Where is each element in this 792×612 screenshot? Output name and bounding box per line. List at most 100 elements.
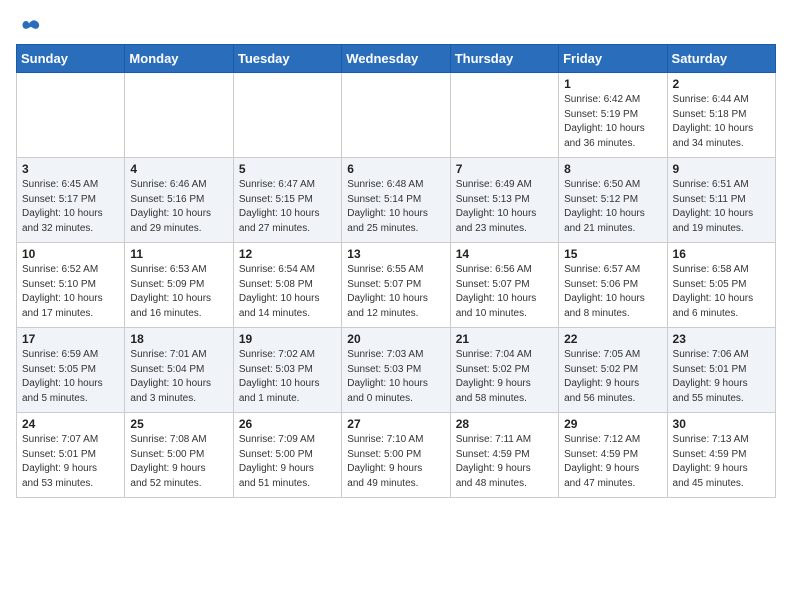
logo-bird-icon [20,16,40,36]
day-info: Sunrise: 6:52 AM Sunset: 5:10 PM Dayligh… [22,263,119,321]
day-number: 20 [347,332,444,346]
day-number: 2 [673,77,770,91]
day-number: 29 [564,417,661,431]
day-cell: 13Sunrise: 6:55 AM Sunset: 5:07 PM Dayli… [342,243,450,328]
day-cell [233,73,341,158]
col-header-saturday: Saturday [667,45,775,73]
day-number: 27 [347,417,444,431]
day-number: 24 [22,417,119,431]
day-number: 7 [456,162,553,176]
day-cell: 19 Sunrise: 7:02 AM Sunset: 5:03 PM Dayli… [233,328,341,413]
day-cell: 28 Sunrise: 7:11 AM Sunset: 4:59 PM Dayli… [450,413,558,498]
day-info: Sunrise: 6:56 AM Sunset: 5:07 PM Dayligh… [456,263,553,321]
day-number: 9 [673,162,770,176]
day-number: 6 [347,162,444,176]
day-number: 14 [456,247,553,261]
day-info: Sunrise: 6:53 AM Sunset: 5:09 PM Dayligh… [130,263,227,321]
day-cell [125,73,233,158]
day-number: 17 [22,332,119,346]
day-cell: 18 Sunrise: 7:01 AM Sunset: 5:04 PM Dayli… [125,328,233,413]
col-header-wednesday: Wednesday [342,45,450,73]
day-info: Sunrise: 7:08 AM Sunset: 5:00 PM Dayligh… [130,433,227,491]
day-cell: 3 Sunrise: 6:45 AM Sunset: 5:17 PM Daylig… [17,158,125,243]
day-cell: 20 Sunrise: 7:03 AM Sunset: 5:03 PM Dayli… [342,328,450,413]
col-header-friday: Friday [559,45,667,73]
day-cell: 4Sunrise: 6:46 AM Sunset: 5:16 PM Daylig… [125,158,233,243]
day-number: 13 [347,247,444,261]
col-header-thursday: Thursday [450,45,558,73]
day-info: Sunrise: 7:05 AM Sunset: 5:02 PM Dayligh… [564,348,661,406]
day-info: Sunrise: 6:44 AM Sunset: 5:18 PM Dayligh… [673,93,770,151]
day-number: 3 [22,162,119,176]
day-info: Sunrise: 6:51 AM Sunset: 5:11 PM Dayligh… [673,178,770,236]
day-number: 11 [130,247,227,261]
day-info: Sunrise: 6:58 AM Sunset: 5:05 PM Dayligh… [673,263,770,321]
day-number: 18 [130,332,227,346]
col-header-sunday: Sunday [17,45,125,73]
day-info: Sunrise: 6:49 AM Sunset: 5:13 PM Dayligh… [456,178,553,236]
day-number: 10 [22,247,119,261]
col-header-monday: Monday [125,45,233,73]
day-cell: 2 Sunrise: 6:44 AM Sunset: 5:18 PM Daylig… [667,73,775,158]
day-cell: 1 Sunrise: 6:42 AM Sunset: 5:19 PM Daylig… [559,73,667,158]
day-info: Sunrise: 7:10 AM Sunset: 5:00 PM Dayligh… [347,433,444,491]
day-info: Sunrise: 6:48 AM Sunset: 5:14 PM Dayligh… [347,178,444,236]
day-info: Sunrise: 6:50 AM Sunset: 5:12 PM Dayligh… [564,178,661,236]
day-number: 22 [564,332,661,346]
calendar-table: SundayMondayTuesdayWednesdayThursdayFrid… [16,44,776,498]
day-cell: 7 Sunrise: 6:49 AM Sunset: 5:13 PM Daylig… [450,158,558,243]
day-info: Sunrise: 6:54 AM Sunset: 5:08 PM Dayligh… [239,263,336,321]
day-info: Sunrise: 7:04 AM Sunset: 5:02 PM Dayligh… [456,348,553,406]
day-number: 12 [239,247,336,261]
day-cell: 9 Sunrise: 6:51 AM Sunset: 5:11 PM Daylig… [667,158,775,243]
week-row-4: 17 Sunrise: 6:59 AM Sunset: 5:05 PM Dayli… [17,328,776,413]
day-info: Sunrise: 7:07 AM Sunset: 5:01 PM Dayligh… [22,433,119,491]
day-cell: 5Sunrise: 6:47 AM Sunset: 5:15 PM Daylig… [233,158,341,243]
day-cell: 14 Sunrise: 6:56 AM Sunset: 5:07 PM Dayli… [450,243,558,328]
day-info: Sunrise: 7:11 AM Sunset: 4:59 PM Dayligh… [456,433,553,491]
day-info: Sunrise: 7:03 AM Sunset: 5:03 PM Dayligh… [347,348,444,406]
day-cell: 15Sunrise: 6:57 AM Sunset: 5:06 PM Dayli… [559,243,667,328]
day-number: 1 [564,77,661,91]
day-cell: 6 Sunrise: 6:48 AM Sunset: 5:14 PM Daylig… [342,158,450,243]
day-cell [17,73,125,158]
day-cell: 30Sunrise: 7:13 AM Sunset: 4:59 PM Dayli… [667,413,775,498]
day-number: 26 [239,417,336,431]
day-number: 19 [239,332,336,346]
week-row-2: 3 Sunrise: 6:45 AM Sunset: 5:17 PM Daylig… [17,158,776,243]
day-number: 4 [130,162,227,176]
day-cell: 10 Sunrise: 6:52 AM Sunset: 5:10 PM Dayli… [17,243,125,328]
header-row: SundayMondayTuesdayWednesdayThursdayFrid… [17,45,776,73]
day-cell: 12 Sunrise: 6:54 AM Sunset: 5:08 PM Dayli… [233,243,341,328]
day-number: 28 [456,417,553,431]
day-info: Sunrise: 7:09 AM Sunset: 5:00 PM Dayligh… [239,433,336,491]
day-number: 5 [239,162,336,176]
day-number: 21 [456,332,553,346]
day-cell: 23 Sunrise: 7:06 AM Sunset: 5:01 PM Dayli… [667,328,775,413]
day-info: Sunrise: 6:42 AM Sunset: 5:19 PM Dayligh… [564,93,661,151]
day-cell [342,73,450,158]
day-info: Sunrise: 6:57 AM Sunset: 5:06 PM Dayligh… [564,263,661,321]
day-cell: 11 Sunrise: 6:53 AM Sunset: 5:09 PM Dayli… [125,243,233,328]
day-number: 8 [564,162,661,176]
logo [16,16,42,36]
week-row-5: 24 Sunrise: 7:07 AM Sunset: 5:01 PM Dayli… [17,413,776,498]
day-cell: 25 Sunrise: 7:08 AM Sunset: 5:00 PM Dayli… [125,413,233,498]
day-number: 25 [130,417,227,431]
week-row-3: 10 Sunrise: 6:52 AM Sunset: 5:10 PM Dayli… [17,243,776,328]
day-info: Sunrise: 6:45 AM Sunset: 5:17 PM Dayligh… [22,178,119,236]
day-number: 16 [673,247,770,261]
day-cell: 24 Sunrise: 7:07 AM Sunset: 5:01 PM Dayli… [17,413,125,498]
day-cell: 21 Sunrise: 7:04 AM Sunset: 5:02 PM Dayli… [450,328,558,413]
day-cell: 16 Sunrise: 6:58 AM Sunset: 5:05 PM Dayli… [667,243,775,328]
week-row-1: 1 Sunrise: 6:42 AM Sunset: 5:19 PM Daylig… [17,73,776,158]
day-info: Sunrise: 7:01 AM Sunset: 5:04 PM Dayligh… [130,348,227,406]
day-info: Sunrise: 7:06 AM Sunset: 5:01 PM Dayligh… [673,348,770,406]
day-cell: 26 Sunrise: 7:09 AM Sunset: 5:00 PM Dayli… [233,413,341,498]
day-number: 23 [673,332,770,346]
day-info: Sunrise: 6:59 AM Sunset: 5:05 PM Dayligh… [22,348,119,406]
col-header-tuesday: Tuesday [233,45,341,73]
day-info: Sunrise: 7:02 AM Sunset: 5:03 PM Dayligh… [239,348,336,406]
calendar-page: SundayMondayTuesdayWednesdayThursdayFrid… [0,0,792,510]
day-number: 30 [673,417,770,431]
